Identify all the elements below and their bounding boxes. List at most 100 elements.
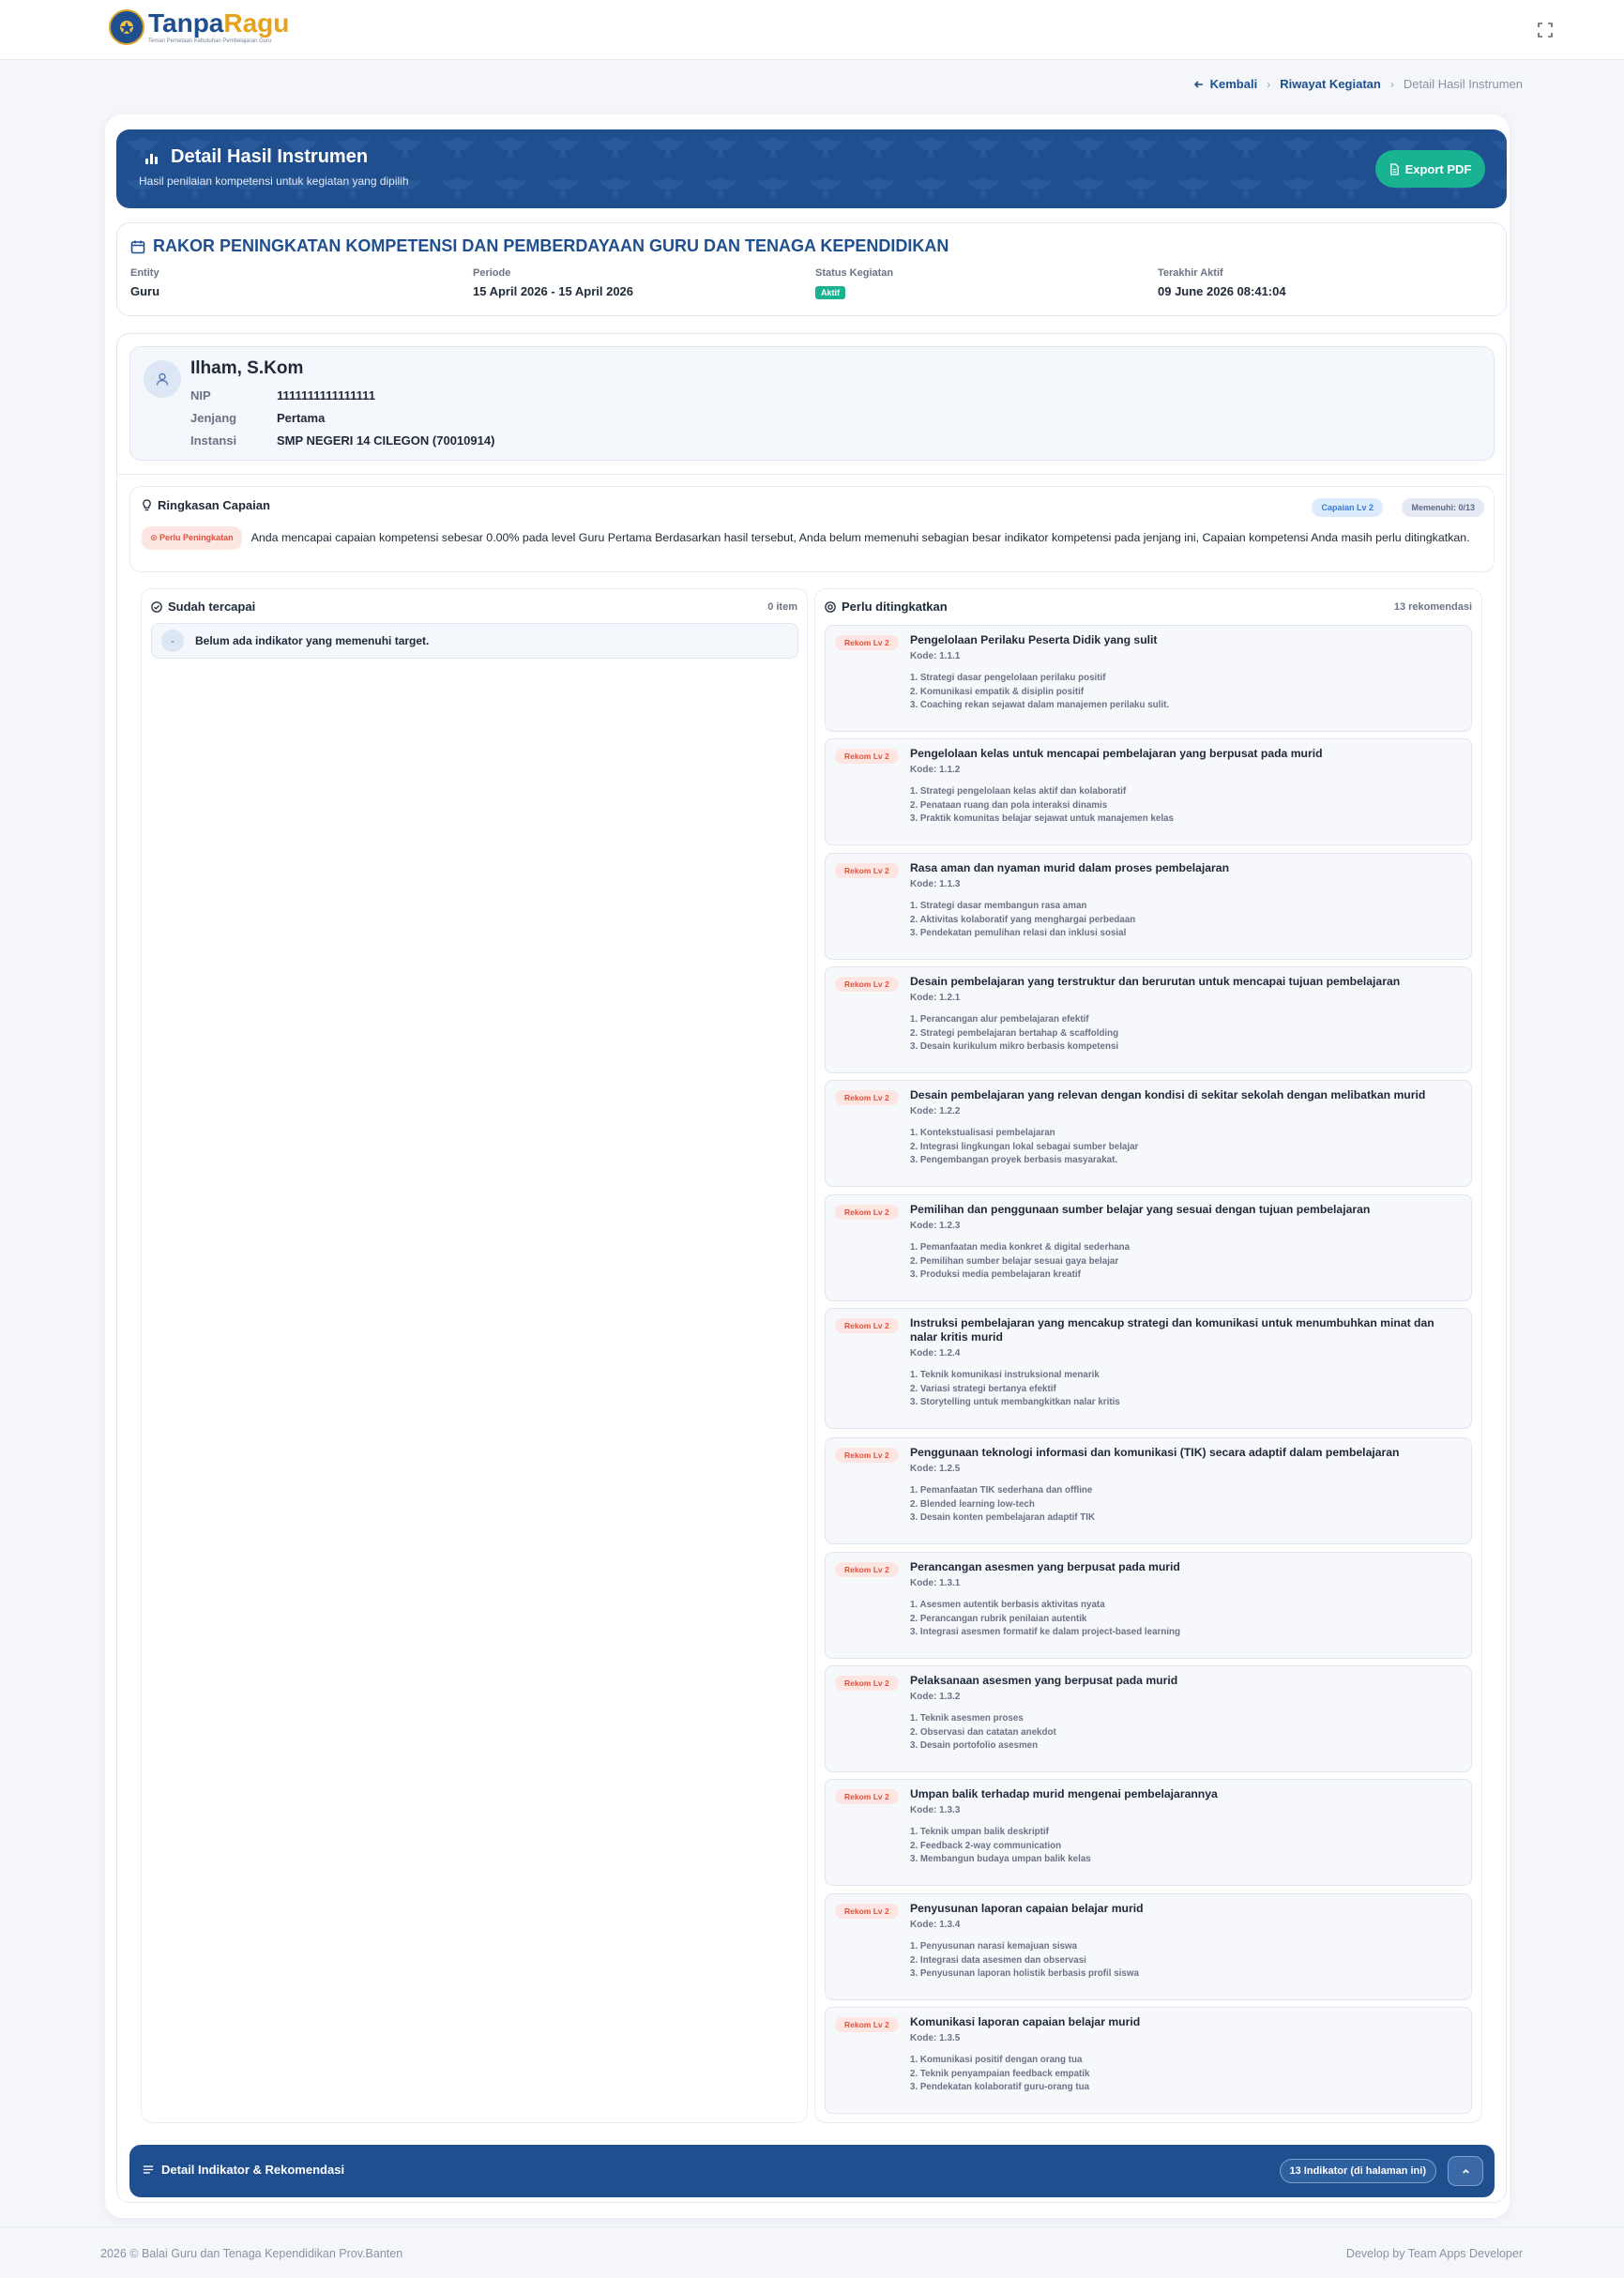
- recommendation-points: 1. Strategi dasar membangun rasa aman 2. …: [910, 900, 1135, 941]
- empty-state-icon: -: [161, 630, 184, 652]
- achieved-count: 0 item: [767, 600, 797, 613]
- back-link[interactable]: Kembali: [1193, 77, 1257, 91]
- target-icon: [825, 600, 836, 613]
- nip-label: NIP: [190, 388, 211, 402]
- recommendation-code: Kode: 1.1.3: [910, 879, 961, 889]
- event-info-card: RAKOR PENINGKATAN KOMPETENSI DAN PEMBERD…: [116, 222, 1507, 316]
- recommendation-points: 1. Teknik asesmen proses 2. Observasi dan…: [910, 1712, 1056, 1754]
- recommendation-point: 2. Variasi strategi bertanya efektif: [910, 1383, 1056, 1394]
- recommendation-point: 1. Pemanfaatan media konkret & digital s…: [910, 1242, 1131, 1253]
- improve-title: Perlu ditingkatkan: [825, 600, 948, 614]
- improve-count: 13 rekomendasi: [1393, 600, 1472, 613]
- rekom-level-badge: Rekom Lv 2: [835, 1205, 899, 1220]
- rekom-level-badge: Rekom Lv 2: [835, 863, 899, 878]
- recommendation-card: Rekom Lv 2 Desain pembelajaran yang terst…: [825, 966, 1472, 1073]
- rekom-level-badge: Rekom Lv 2: [835, 1562, 899, 1577]
- nip-row: NIP 1111111111111111: [190, 388, 375, 402]
- achieved-title: Sudah tercapai: [151, 600, 255, 614]
- recommendation-point: 2. Teknik penyampaian feedback empatik: [910, 2068, 1090, 2079]
- entity-field: Entity Guru: [130, 267, 473, 299]
- arrow-left-icon: [1193, 80, 1203, 88]
- last-active-value: 09 June 2026 08:41:04: [1158, 284, 1286, 298]
- recommendation-card: Rekom Lv 2 Perancangan asesmen yang berpu…: [825, 1552, 1472, 1659]
- recommendation-point: 2. Penataan ruang dan pola interaksi din…: [910, 799, 1108, 811]
- recommendation-point: 3. Coaching rekan sejawat dalam manajeme…: [910, 700, 1170, 710]
- status-badge: Aktif: [815, 286, 845, 299]
- rekom-level-badge: Rekom Lv 2: [835, 977, 899, 992]
- recommendation-title: Instruksi pembelajaran yang mencakup str…: [910, 1316, 1434, 1344]
- recommendation-point: 1. Strategi dasar pengelolaan perilaku p…: [910, 673, 1106, 683]
- recommendation-point: 2. Pemilihan sumber belajar sesuai gaya …: [910, 1255, 1119, 1267]
- app-logo[interactable]: TanpaRagu Teman Pemetaan Kebutuhan Pembe…: [109, 9, 289, 45]
- recommendation-point: 1. Perancangan alur pembelajaran efektif: [910, 1014, 1089, 1025]
- recommendation-card: Rekom Lv 2 Instruksi pembelajaran yang me…: [825, 1308, 1472, 1429]
- recommendation-point: 2. Integrasi lingkungan lokal sebagai su…: [910, 1141, 1139, 1152]
- instansi-label: Instansi: [190, 433, 237, 448]
- chevron-right-icon: ›: [1389, 77, 1394, 91]
- banner-pattern: [116, 129, 1507, 208]
- breadcrumb-riwayat[interactable]: Riwayat Kegiatan: [1280, 77, 1381, 91]
- recommendation-point: 2. Aktivitas kolaboratif yang menghargai…: [910, 914, 1136, 925]
- recommendation-point: 1. Kontekstualisasi pembelajaran: [910, 1128, 1055, 1138]
- collapse-button[interactable]: [1448, 2156, 1483, 2186]
- page-title-text: Detail Hasil Instrumen: [171, 146, 369, 167]
- instansi-row: Instansi SMP NEGERI 14 CILEGON (70010914): [190, 433, 494, 448]
- empty-state-text: Belum ada indikator yang memenuhi target…: [195, 634, 430, 647]
- summary-title: Ringkasan Capaian: [142, 498, 270, 512]
- detail-indicator-title: Detail Indikator & Rekomendasi: [143, 2163, 344, 2177]
- recommendation-point: 1. Penyusunan narasi kemajuan siswa: [910, 1941, 1078, 1951]
- status-field: Status Kegiatan Aktif: [815, 267, 1158, 299]
- recommendation-point: 1. Strategi pengelolaan kelas aktif dan …: [910, 786, 1127, 797]
- periode-label: Periode: [473, 267, 511, 279]
- summary-card: Ringkasan Capaian Capaian Lv 2 Memenuhi:…: [129, 486, 1495, 572]
- recommendation-point: 1. Asesmen autentik berbasis aktivitas n…: [910, 1600, 1105, 1610]
- recommendation-point: 2. Integrasi data asesmen dan observasi: [910, 1954, 1086, 1966]
- recommendation-point: 3. Pengembangan proyek berbasis masyarak…: [910, 1155, 1118, 1165]
- recommendation-point: 3. Pendekatan kolaboratif guru-orang tua: [910, 2082, 1090, 2092]
- recommendation-card: Rekom Lv 2 Rasa aman dan nyaman murid dal…: [825, 853, 1472, 960]
- nip-value: 1111111111111111: [277, 388, 375, 402]
- perlu-peningkatan-badge: ⊙ Perlu Peningkatan: [142, 526, 242, 550]
- rekom-level-badge: Rekom Lv 2: [835, 1448, 899, 1463]
- recommendation-point: 2. Komunikasi empatik & disiplin positif: [910, 686, 1085, 697]
- lightbulb-icon: [143, 499, 151, 511]
- rekom-level-badge: Rekom Lv 2: [835, 1318, 899, 1333]
- periode-field: Periode 15 April 2026 - 15 April 2026: [473, 267, 815, 299]
- recommendation-title: Pelaksanaan asesmen yang berpusat pada m…: [910, 1674, 1178, 1687]
- detail-indicator-title-text: Detail Indikator & Rekomendasi: [161, 2163, 345, 2177]
- profile-name: Ilham, S.Kom: [190, 358, 304, 378]
- recommendation-point: 1. Teknik asesmen proses: [910, 1713, 1024, 1724]
- footer-credit: Develop by Team Apps Developer: [1345, 2247, 1523, 2260]
- recommendation-title: Pemilihan dan penggunaan sumber belajar …: [910, 1203, 1371, 1216]
- recommendation-card: Rekom Lv 2 Pengelolaan kelas untuk mencap…: [825, 738, 1472, 845]
- recommendation-code: Kode: 1.2.5: [910, 1464, 961, 1474]
- footer: 2026 © Balai Guru dan Tenaga Kependidika…: [0, 2226, 1624, 2278]
- chevron-up-icon: [1462, 2168, 1469, 2173]
- detail-indicator-bar[interactable]: Detail Indikator & Rekomendasi 13 Indika…: [129, 2145, 1495, 2197]
- summary-title-text: Ringkasan Capaian: [158, 498, 270, 512]
- status-label: Status Kegiatan: [815, 267, 894, 279]
- chevron-right-icon: ›: [1267, 77, 1271, 91]
- recommendation-title: Penggunaan teknologi informasi dan komun…: [910, 1446, 1400, 1459]
- recommendation-point: 2. Strategi pembelajaran bertahap & scaf…: [910, 1027, 1119, 1039]
- fullscreen-icon[interactable]: [1536, 21, 1555, 39]
- recommendation-code: Kode: 1.3.2: [910, 1692, 961, 1702]
- recommendation-card: Rekom Lv 2 Penyusunan laporan capaian bel…: [825, 1893, 1472, 2000]
- recommendation-point: 2. Observasi dan catatan anekdot: [910, 1726, 1056, 1738]
- recommendation-title: Pengelolaan Perilaku Peserta Didik yang …: [910, 633, 1158, 646]
- avatar: [144, 360, 181, 398]
- recommendation-title: Rasa aman dan nyaman murid dalam proses …: [910, 861, 1230, 874]
- recommendation-points: 1. Strategi dasar pengelolaan perilaku p…: [910, 672, 1169, 713]
- rekom-level-badge: Rekom Lv 2: [835, 1676, 899, 1691]
- breadcrumb-current: Detail Hasil Instrumen: [1403, 77, 1523, 91]
- recommendation-points: 1. Pemanfaatan media konkret & digital s…: [910, 1241, 1130, 1283]
- export-pdf-button[interactable]: Export PDF: [1375, 150, 1485, 188]
- recommendation-code: Kode: 1.2.4: [910, 1348, 961, 1359]
- recommendation-point: 3. Membangun budaya umpan balik kelas: [910, 1854, 1091, 1864]
- recommendation-code: Kode: 1.1.2: [910, 765, 961, 775]
- achieved-column: Sudah tercapai 0 item - Belum ada indika…: [141, 588, 808, 2123]
- page-subtitle: Hasil penilaian kompetensi untuk kegiata…: [139, 175, 409, 188]
- logo-emblem-icon: [109, 9, 144, 45]
- profile-card: Ilham, S.Kom NIP 1111111111111111 Jenjang…: [129, 346, 1495, 461]
- recommendation-title: Perancangan asesmen yang berpusat pada m…: [910, 1560, 1180, 1573]
